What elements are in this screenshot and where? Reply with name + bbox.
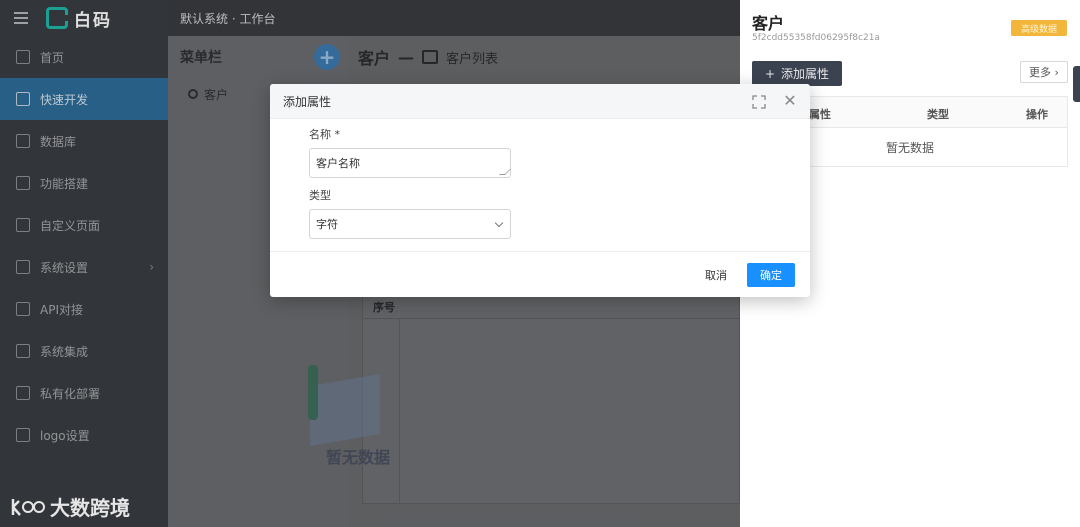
fullscreen-icon[interactable] [752,95,766,109]
modal-header: 添加属性 ✕ [270,84,810,119]
confirm-button[interactable]: 确定 [747,263,795,287]
modal-title: 添加属性 [283,94,332,109]
add-attribute-modal: 添加属性 ✕ 名称 * 客户名称 类型 字符 取消 确定 [270,84,810,297]
close-icon[interactable]: ✕ [782,93,798,109]
cancel-button[interactable]: 取消 [694,263,738,287]
more-button[interactable]: 更多 › [1020,61,1068,83]
name-field-label: 名称 * [309,128,340,141]
resize-grip-icon[interactable] [499,169,511,175]
name-field-value: 客户名称 [316,157,360,170]
watermark: 大数跨境 [10,492,130,521]
column-header-attribute: 属性 [809,108,831,121]
chevron-down-icon [494,218,504,228]
column-header-type: 类型 [927,108,949,121]
plus-icon: + [764,66,776,81]
column-header-action: 操作 [1026,108,1048,121]
status-badge: 高级数据 [1011,20,1067,36]
name-field[interactable]: 客户名称 [309,148,511,178]
type-select[interactable]: 字符 [309,209,511,239]
modal-footer: 取消 确定 [270,251,810,297]
type-field-label: 类型 [309,189,331,202]
watermark-text: 大数跨境 [50,496,130,520]
add-attribute-button[interactable]: + 添加属性 [752,61,842,86]
drawer-title: 客户 [752,14,785,33]
chevron-right-icon: › [1051,65,1059,79]
drawer-handle[interactable] [1073,66,1080,102]
drawer-id: 5f2cdd55358fd06295f8c21a [752,33,880,43]
type-select-value: 字符 [316,218,338,231]
add-attribute-label: 添加属性 [781,67,830,81]
more-label: 更多 [1029,66,1052,79]
watermark-logo-icon [11,498,45,516]
